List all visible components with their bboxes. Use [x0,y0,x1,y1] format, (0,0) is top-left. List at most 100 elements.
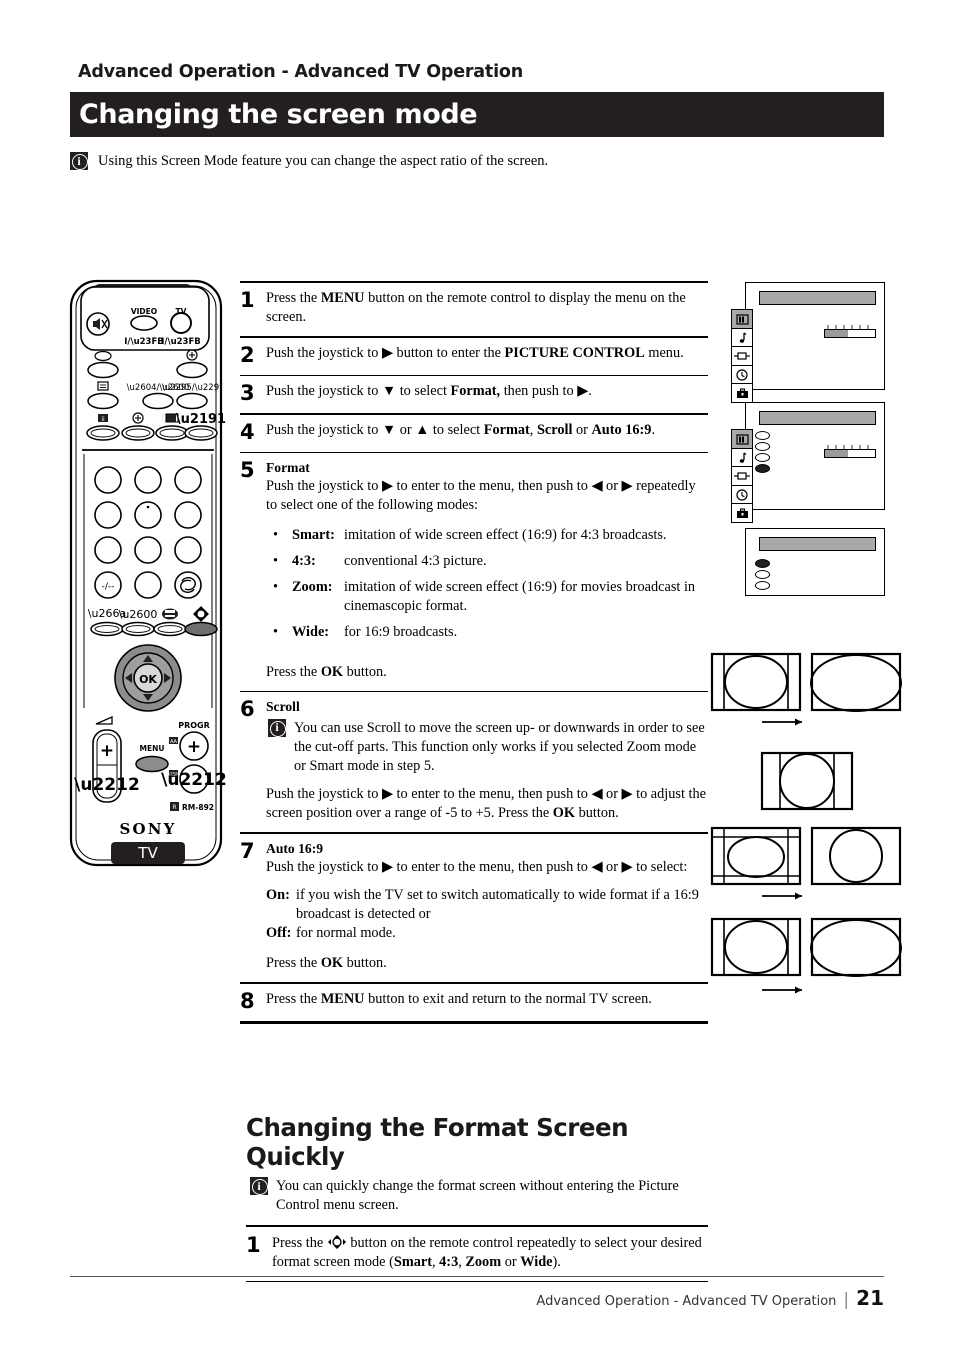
setup-icon[interactable] [731,503,753,524]
note-text: You can quickly change the format screen… [276,1178,679,1213]
right-arrow-icon: ▶ [381,345,393,362]
audio-icon[interactable] [731,447,753,468]
auto-169-figure-group [706,915,906,1010]
svg-text:\u2212: \u2212 [74,775,140,795]
osd-option[interactable] [755,570,770,579]
svg-text:SONY: SONY [119,820,176,838]
step-6-body: Push the joystick to ▶ to enter to the m… [266,785,706,821]
picture-icon[interactable] [731,429,753,449]
svg-text:AA: AA [170,739,178,745]
osd-slider-ticks [827,445,869,449]
step-7-intro: Push the joystick to ▶ to enter to the m… [266,859,688,876]
format-modes-list: • Smart: imitation of wide screen effect… [266,526,708,642]
bullet-icon: • [273,552,279,569]
step-text: Press the button on the remote control r… [272,1235,702,1271]
format-figure-group [706,650,906,755]
option-def: for normal mode. [296,925,396,942]
svg-text:\u2600: \u2600 [119,608,158,621]
quick-step-1: 1 Press the button on the remote control… [246,1227,708,1281]
section-note: i You can quickly change the format scre… [250,1177,708,1215]
step-text: Auto 16:9 Push the joystick to ▶ to ente… [266,840,708,973]
osd-slider-fill [825,330,848,337]
note-text: You can use Scroll to move the screen up… [294,719,705,774]
step-8: 8 Press the MENU button to exit and retu… [240,984,708,1021]
svg-text:ii: ii [101,416,105,423]
section-heading: Changing the Format Screen Quickly [246,1113,629,1171]
zoom-figure-group [758,750,858,812]
up-arrow-icon: ▲ [415,421,430,438]
setup-icon[interactable] [731,383,753,404]
video-icon[interactable] [731,346,753,367]
remote-control-illustration: VIDEO TV I/\u23FB I/\u23FB \u2604/\u2600… [68,278,228,868]
list-item: • Smart: imitation of wide screen effect… [266,526,708,545]
mode-term: Zoom: [292,578,333,595]
osd-slider[interactable] [824,449,876,458]
step-text: Scroll i You can use Scroll to move the … [266,698,708,823]
right-arrow-icon: ▶ [577,383,589,400]
figure-auto-after [810,917,902,977]
step-number: 3 [240,381,255,406]
mode-term: 4:3: [292,552,316,569]
mode-def: conventional 4:3 picture. [344,552,487,569]
section-kicker: Advanced Operation - Advanced TV Operati… [78,62,523,82]
step-number: 4 [240,419,255,444]
osd-picture-control-menu [731,282,885,404]
osd-option[interactable] [755,453,770,462]
figure-scroll-before [710,826,802,886]
step-7-subhead: Auto 16:9 [266,841,324,857]
video-icon[interactable] [731,466,753,487]
step-number: 2 [240,343,255,368]
step-6-note: i You can use Scroll to move the screen … [268,718,708,776]
mode-def: imitation of wide screen effect (16:9) f… [344,578,696,614]
svg-text:TV: TV [137,844,158,862]
mode-term: Wide: [292,623,330,640]
bullet-icon: • [273,526,279,543]
list-item: • Zoom: imitation of wide screen effect … [266,578,708,616]
osd-option[interactable] [755,581,770,590]
osd-slider-fill [825,450,848,457]
arrow-icon [762,892,802,900]
list-item: • Wide: for 16:9 broadcasts. [266,623,708,642]
page-title: Changing the screen mode [79,98,478,130]
page-number: 21 [856,1286,884,1310]
step-3: 3 Push the joystick to ▼ to select Forma… [240,376,708,413]
timer-icon[interactable] [731,364,753,385]
footer-text: Advanced Operation - Advanced TV Operati… [536,1294,837,1309]
info-icon: i [268,718,286,737]
osd-icon-sidebar [731,429,753,524]
osd-slider[interactable] [824,329,876,338]
picture-icon[interactable] [731,309,753,329]
scroll-figure-group [706,824,906,919]
osd-option-list [755,431,770,475]
footer-divider [70,1276,884,1278]
list-item: Off: for normal mode. [266,924,708,943]
svg-text:PROGR: PROGR [178,721,210,730]
list-item: • 4:3: conventional 4:3 picture. [266,552,708,571]
mode-def: for 16:9 broadcasts. [344,623,458,640]
page-title-bar: Changing the screen mode [70,92,884,137]
step-text: Press the MENU button to exit and return… [266,991,652,1008]
osd-option-list [755,559,770,592]
step-1: 1 Press the MENU button on the remote co… [240,283,708,336]
step-4: 4 Push the joystick to ▼ or ▲ to select … [240,415,708,452]
osd-option-selected[interactable] [755,464,770,473]
arrow-icon [762,986,802,994]
step-number: 7 [240,839,255,864]
svg-text:RM-892: RM-892 [182,803,214,812]
svg-text:I/\u23FB: I/\u23FB [161,337,201,347]
svg-text:I/\u23FB: I/\u23FB [124,337,164,347]
audio-icon[interactable] [731,327,753,348]
step-number: 6 [240,696,255,721]
arrow-icon [762,718,802,726]
osd-option[interactable] [755,442,770,451]
step-7-outro: Press the OK button. [266,955,387,972]
footer-separator: | [843,1290,850,1310]
timer-icon[interactable] [731,484,753,505]
info-icon: i [250,1177,268,1195]
osd-option-selected[interactable] [755,559,770,568]
figure-auto-before [710,917,802,977]
svg-text:\u2191: \u2191 [176,412,226,427]
osd-option[interactable] [755,431,770,440]
step-2: 2 Push the joystick to ▶ button to enter… [240,338,708,375]
option-def: if you wish the TV set to switch automat… [296,887,699,923]
